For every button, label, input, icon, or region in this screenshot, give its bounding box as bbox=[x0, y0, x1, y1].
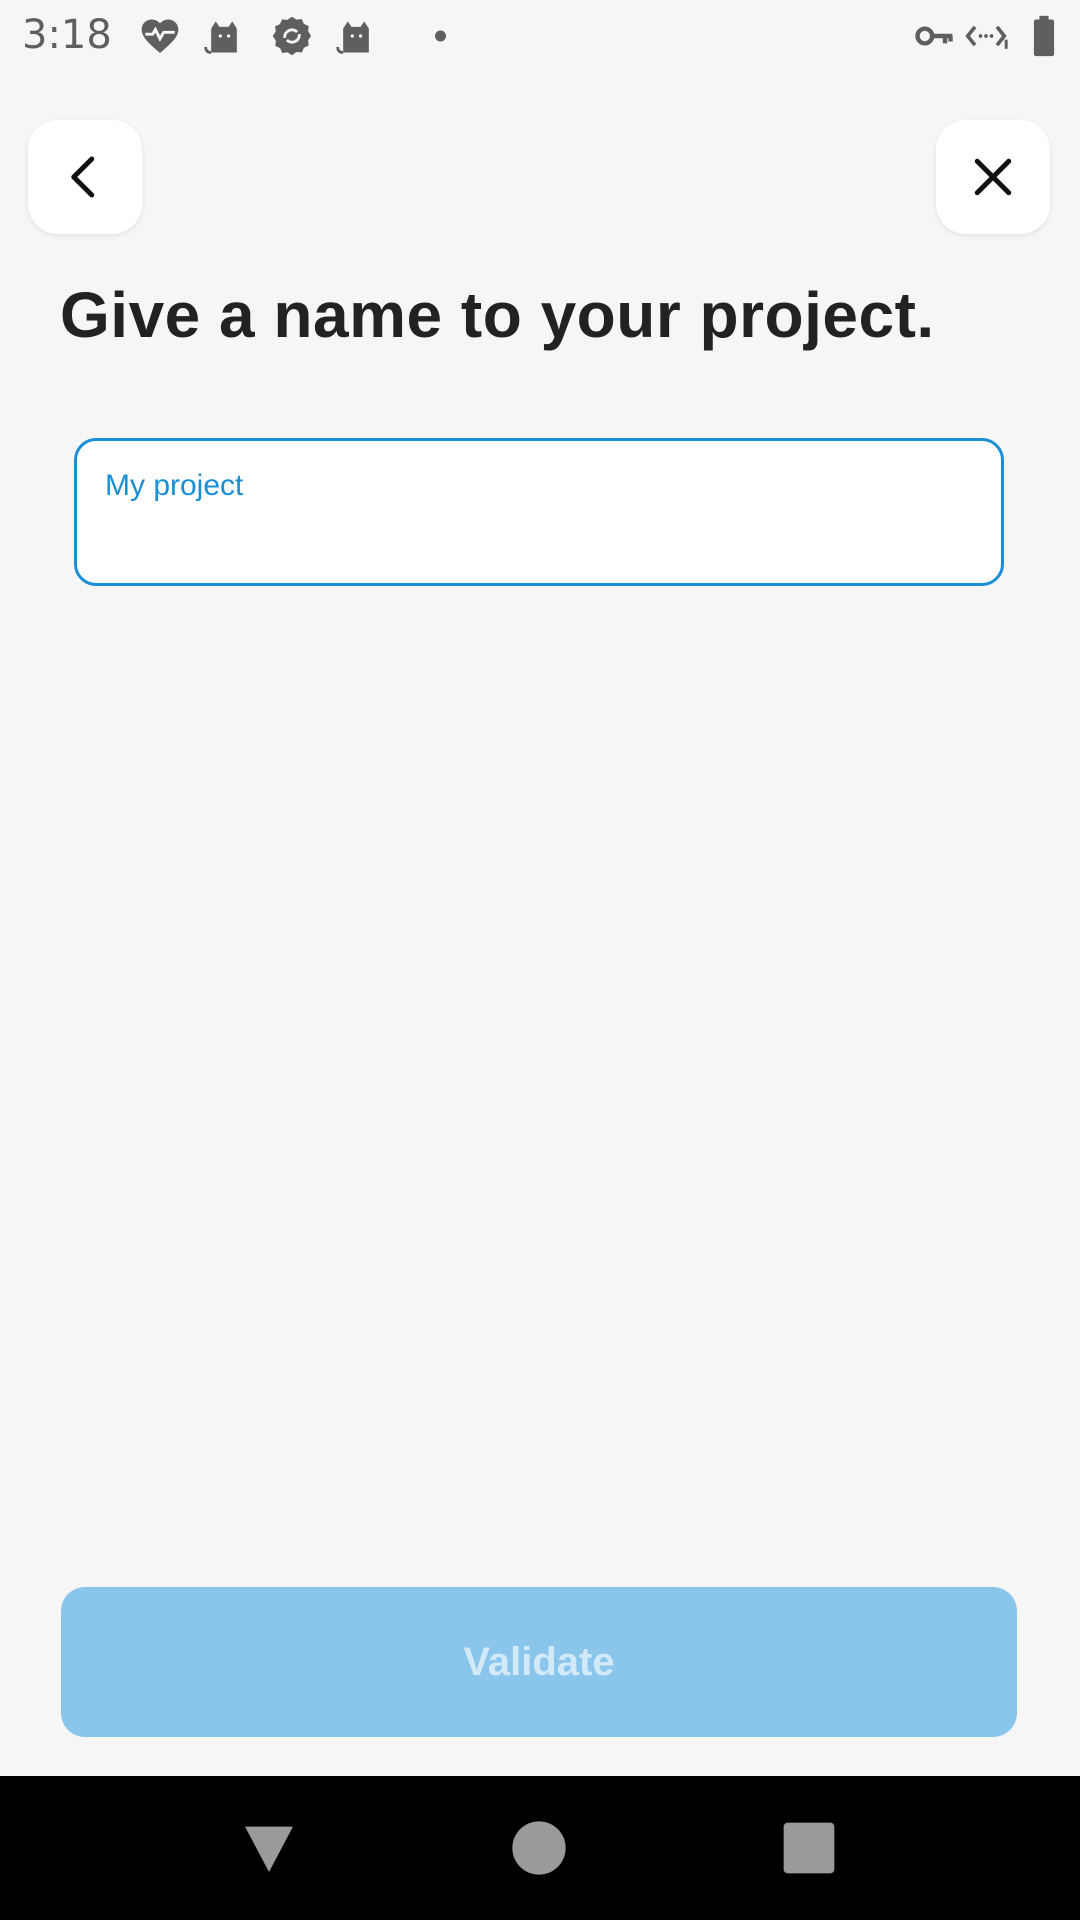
close-icon bbox=[966, 150, 1020, 204]
data-saver-icon bbox=[964, 14, 1008, 58]
status-bar: 3:18 bbox=[0, 0, 1080, 72]
validate-button[interactable]: Validate bbox=[61, 1587, 1017, 1737]
page-title: Give a name to your project. bbox=[60, 279, 935, 351]
sync-badge-icon bbox=[270, 14, 314, 58]
home-circle-icon[interactable] bbox=[507, 1816, 571, 1880]
back-button[interactable] bbox=[28, 120, 142, 234]
dot-icon bbox=[402, 14, 446, 58]
battery-icon bbox=[1022, 14, 1066, 58]
recents-square-icon[interactable] bbox=[777, 1816, 841, 1880]
cat-icon bbox=[334, 14, 378, 58]
cat-icon bbox=[202, 14, 246, 58]
chevron-left-icon bbox=[58, 150, 112, 204]
heart-pulse-icon bbox=[138, 14, 182, 58]
back-triangle-icon[interactable] bbox=[237, 1816, 301, 1880]
vpn-key-icon bbox=[912, 14, 956, 58]
navigation-bar bbox=[0, 1776, 1080, 1920]
project-name-field[interactable]: My project bbox=[74, 438, 1004, 586]
project-name-input[interactable] bbox=[105, 519, 965, 569]
close-button[interactable] bbox=[936, 120, 1050, 234]
project-name-label: My project bbox=[105, 469, 244, 502]
status-time: 3:18 bbox=[22, 12, 112, 58]
